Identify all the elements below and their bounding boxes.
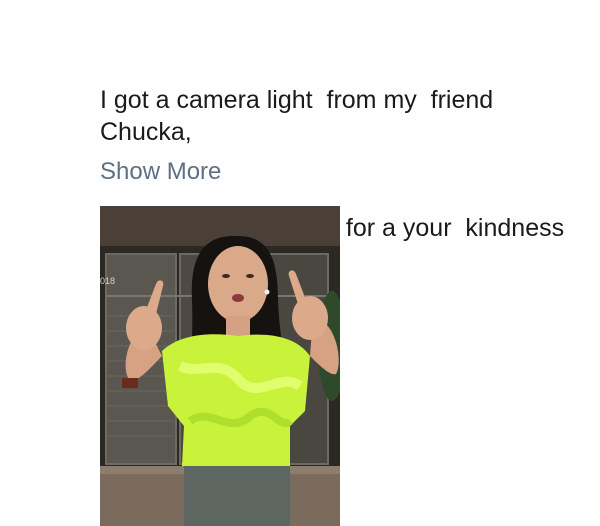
show-more-link[interactable]: Show More: [100, 158, 221, 186]
video-thumbnail[interactable]: 018: [100, 206, 340, 526]
post-card: I got a camera light from my friend Chuc…: [0, 0, 600, 526]
post-text-line-1: I got a camera light from my friend Chuc…: [100, 86, 501, 146]
sign-text: 018: [100, 276, 115, 286]
video-frame-image: 018: [100, 206, 340, 526]
